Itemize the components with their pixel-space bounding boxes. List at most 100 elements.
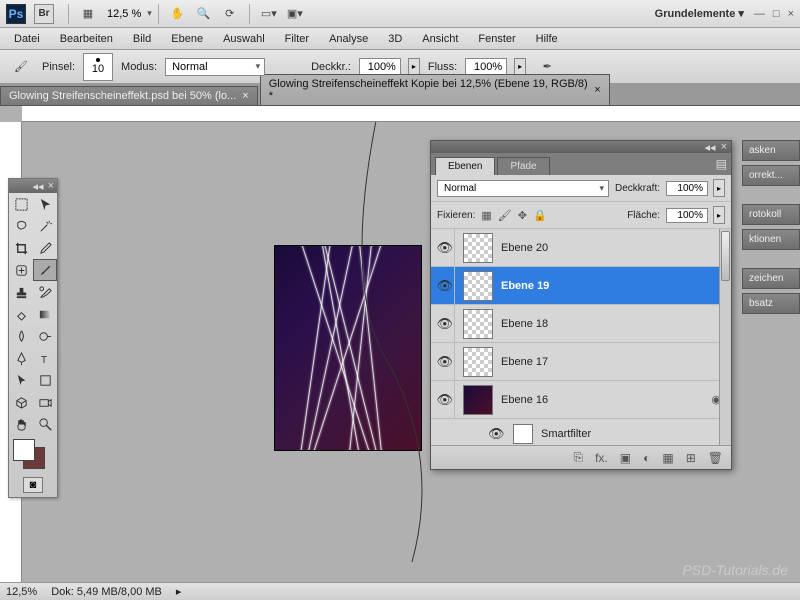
close-icon[interactable]: × xyxy=(788,8,794,20)
arrange-docs-icon[interactable]: ▭▾ xyxy=(258,4,280,24)
eyedropper-tool-icon[interactable] xyxy=(33,237,57,259)
flow-input[interactable]: 100% xyxy=(465,58,507,76)
fill-flyout-icon[interactable]: ▸ xyxy=(713,206,725,224)
flow-flyout-icon[interactable]: ▸ xyxy=(514,58,526,76)
visibility-toggle-icon[interactable]: 👁 xyxy=(437,354,453,370)
collapse-icon[interactable]: ◂◂ xyxy=(33,180,44,193)
layer-fill-input[interactable]: 100% xyxy=(666,208,708,223)
maximize-icon[interactable]: □ xyxy=(773,8,780,20)
color-swatches[interactable] xyxy=(9,435,57,473)
panel-tab-aktionen[interactable]: ktionen xyxy=(742,229,800,250)
screen-mode-icon[interactable]: ▣▾ xyxy=(284,4,306,24)
crop-tool-icon[interactable] xyxy=(9,237,33,259)
menu-auswahl[interactable]: Auswahl xyxy=(213,30,275,48)
layer-row[interactable]: 👁 Ebene 17 xyxy=(431,343,731,381)
rotate-view-icon[interactable]: ⟳ xyxy=(219,4,241,24)
type-tool-icon[interactable]: T xyxy=(33,347,57,369)
visibility-toggle-icon[interactable]: 👁 xyxy=(437,392,453,408)
doc-tab-1[interactable]: Glowing Streifenscheineffekt.psd bei 50%… xyxy=(0,86,258,105)
visibility-toggle-icon[interactable]: 👁 xyxy=(488,426,504,442)
visibility-toggle-icon[interactable]: 👁 xyxy=(437,278,453,294)
layer-thumbnail[interactable] xyxy=(463,309,493,339)
layer-row[interactable]: 👁 Ebene 18 xyxy=(431,305,731,343)
menu-ebene[interactable]: Ebene xyxy=(161,30,213,48)
panel-tab-korrekt[interactable]: orrekt... xyxy=(742,165,800,186)
toolbox-header[interactable]: ◂◂ × xyxy=(9,179,57,193)
layer-opacity-input[interactable]: 100% xyxy=(666,181,708,196)
visibility-toggle-icon[interactable]: 👁 xyxy=(437,240,453,256)
tab-ebenen[interactable]: Ebenen xyxy=(435,157,495,175)
hand-tool-icon[interactable] xyxy=(9,413,33,435)
panel-menu-icon[interactable]: ▤ xyxy=(716,157,727,171)
close-tab-icon[interactable]: × xyxy=(242,90,248,102)
zoom-tool-icon[interactable] xyxy=(33,413,57,435)
minimize-icon[interactable]: — xyxy=(754,8,765,20)
bridge-logo-icon[interactable]: Br xyxy=(34,4,54,24)
layer-thumbnail[interactable] xyxy=(463,233,493,263)
menu-analyse[interactable]: Analyse xyxy=(319,30,378,48)
layer-name[interactable]: Ebene 16 xyxy=(501,394,548,406)
layer-name[interactable]: Ebene 17 xyxy=(501,356,548,368)
layer-thumbnail[interactable] xyxy=(463,271,493,301)
layer-name[interactable]: Ebene 18 xyxy=(501,318,548,330)
group-icon[interactable]: ▦ xyxy=(662,451,673,465)
lock-all-icon[interactable]: 🔒 xyxy=(533,209,547,222)
blend-mode-select[interactable]: Normal xyxy=(165,58,265,76)
visibility-toggle-icon[interactable]: 👁 xyxy=(437,316,453,332)
menu-bearbeiten[interactable]: Bearbeiten xyxy=(50,30,123,48)
layer-row[interactable]: 👁 Ebene 19 xyxy=(431,267,731,305)
opacity-flyout-icon[interactable]: ▸ xyxy=(408,58,420,76)
close-tab-icon[interactable]: × xyxy=(594,84,600,96)
history-brush-tool-icon[interactable] xyxy=(33,281,57,303)
menu-ansicht[interactable]: Ansicht xyxy=(412,30,468,48)
link-layers-icon[interactable]: ⎘ xyxy=(573,450,583,465)
blur-tool-icon[interactable] xyxy=(9,325,33,347)
lasso-tool-icon[interactable] xyxy=(9,215,33,237)
zoom-select[interactable]: 12,5 % xyxy=(107,8,141,20)
layer-thumbnail[interactable] xyxy=(463,347,493,377)
layer-fx-icon[interactable]: fx. xyxy=(595,451,608,465)
scrollbar[interactable] xyxy=(719,229,731,445)
dodge-tool-icon[interactable] xyxy=(33,325,57,347)
quickmask-icon[interactable]: ◙ xyxy=(23,477,43,493)
pen-tool-icon[interactable] xyxy=(9,347,33,369)
scroll-thumb[interactable] xyxy=(721,231,730,281)
close-icon[interactable]: × xyxy=(721,141,727,153)
status-zoom[interactable]: 12,5% xyxy=(6,586,37,598)
path-select-tool-icon[interactable] xyxy=(9,369,33,391)
layer-row[interactable]: 👁Ebene 16◉ xyxy=(431,381,731,419)
brush-preview[interactable]: 10 xyxy=(83,53,113,81)
close-icon[interactable]: × xyxy=(48,180,54,192)
menu-hilfe[interactable]: Hilfe xyxy=(526,30,568,48)
marquee-tool-icon[interactable] xyxy=(9,193,33,215)
layer-blend-select[interactable]: Normal xyxy=(437,180,609,197)
hand-tool-icon[interactable]: ✋ xyxy=(167,4,189,24)
doc-tab-2[interactable]: Glowing Streifenscheineffekt Kopie bei 1… xyxy=(260,74,610,105)
stamp-tool-icon[interactable] xyxy=(9,281,33,303)
wand-tool-icon[interactable] xyxy=(33,215,57,237)
new-layer-icon[interactable]: ⊞ xyxy=(686,451,696,465)
collapse-icon[interactable]: ◂◂ xyxy=(705,141,716,154)
opacity-input[interactable]: 100% xyxy=(359,58,401,76)
delete-layer-icon[interactable]: 🗑 xyxy=(708,451,723,465)
panel-tab-protokoll[interactable]: rotokoll xyxy=(742,204,800,225)
layer-row[interactable]: 👁 Ebene 20 xyxy=(431,229,731,267)
3d-camera-tool-icon[interactable] xyxy=(33,391,57,413)
layer-name[interactable]: Ebene 19 xyxy=(501,280,549,292)
gradient-tool-icon[interactable] xyxy=(33,303,57,325)
status-flyout-icon[interactable]: ▸ xyxy=(176,585,182,598)
adjustment-layer-icon[interactable]: ◐ xyxy=(643,451,650,465)
move-tool-icon[interactable] xyxy=(33,193,57,215)
panel-tab-zeichen[interactable]: zeichen xyxy=(742,268,800,289)
launch-icon[interactable]: ▦ xyxy=(77,4,99,24)
layer-name[interactable]: Ebene 20 xyxy=(501,242,548,254)
brush-tool-icon[interactable]: 🖌 xyxy=(10,57,32,77)
zoom-tool-icon[interactable]: 🔍 xyxy=(193,4,215,24)
status-doc-size[interactable]: Dok: 5,49 MB/8,00 MB xyxy=(51,586,162,598)
foreground-swatch[interactable] xyxy=(13,439,35,461)
heal-tool-icon[interactable] xyxy=(9,259,33,281)
lock-position-icon[interactable]: ✥ xyxy=(518,209,527,222)
menu-filter[interactable]: Filter xyxy=(275,30,319,48)
tab-pfade[interactable]: Pfade xyxy=(497,157,549,175)
chevron-down-icon[interactable]: ▾ xyxy=(147,8,152,19)
